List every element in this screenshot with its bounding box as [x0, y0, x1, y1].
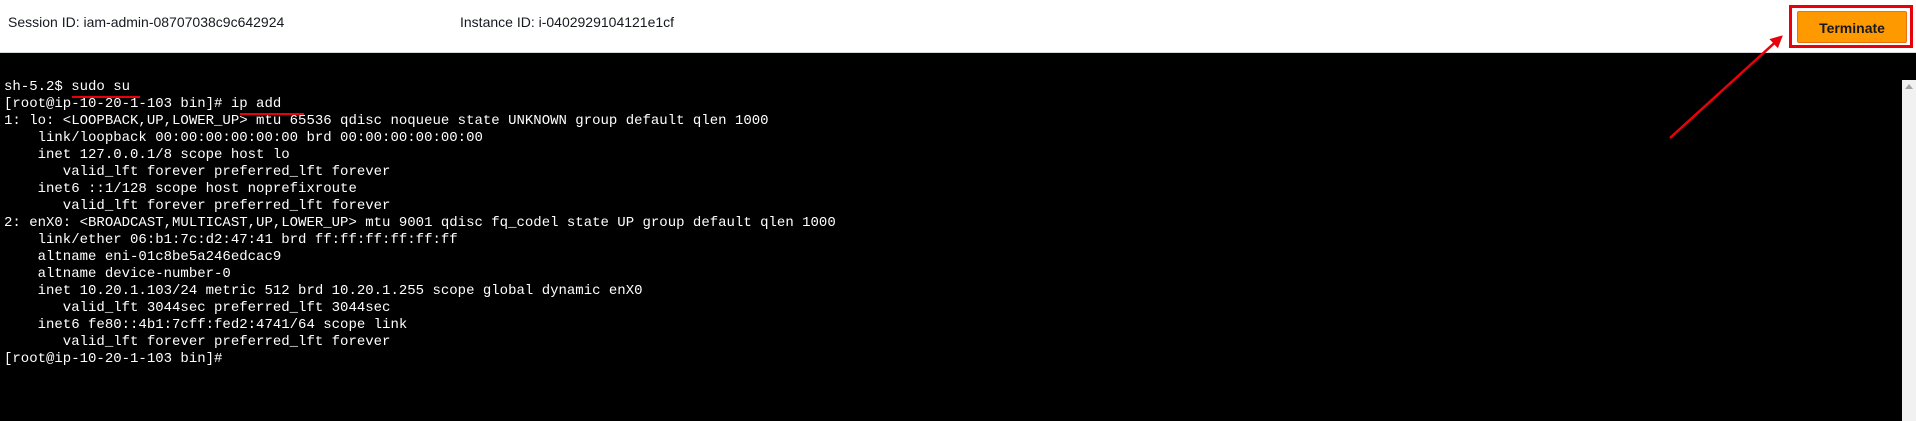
session-id-label: Session ID: iam-admin-08707038c9c642924 [8, 14, 285, 30]
terminal[interactable]: sh-5.2$ sudo su [root@ip-10-20-1-103 bin… [0, 53, 1916, 421]
scroll-up-icon[interactable] [1905, 84, 1913, 89]
instance-id-label: Instance ID: i-0402929104121e1cf [460, 14, 675, 30]
terminal-output: sh-5.2$ sudo su [root@ip-10-20-1-103 bin… [4, 79, 836, 367]
session-header: Session ID: iam-admin-08707038c9c642924 … [0, 0, 1916, 53]
terminal-scrollbar[interactable] [1902, 80, 1916, 421]
terminate-button[interactable]: Terminate [1797, 11, 1907, 43]
